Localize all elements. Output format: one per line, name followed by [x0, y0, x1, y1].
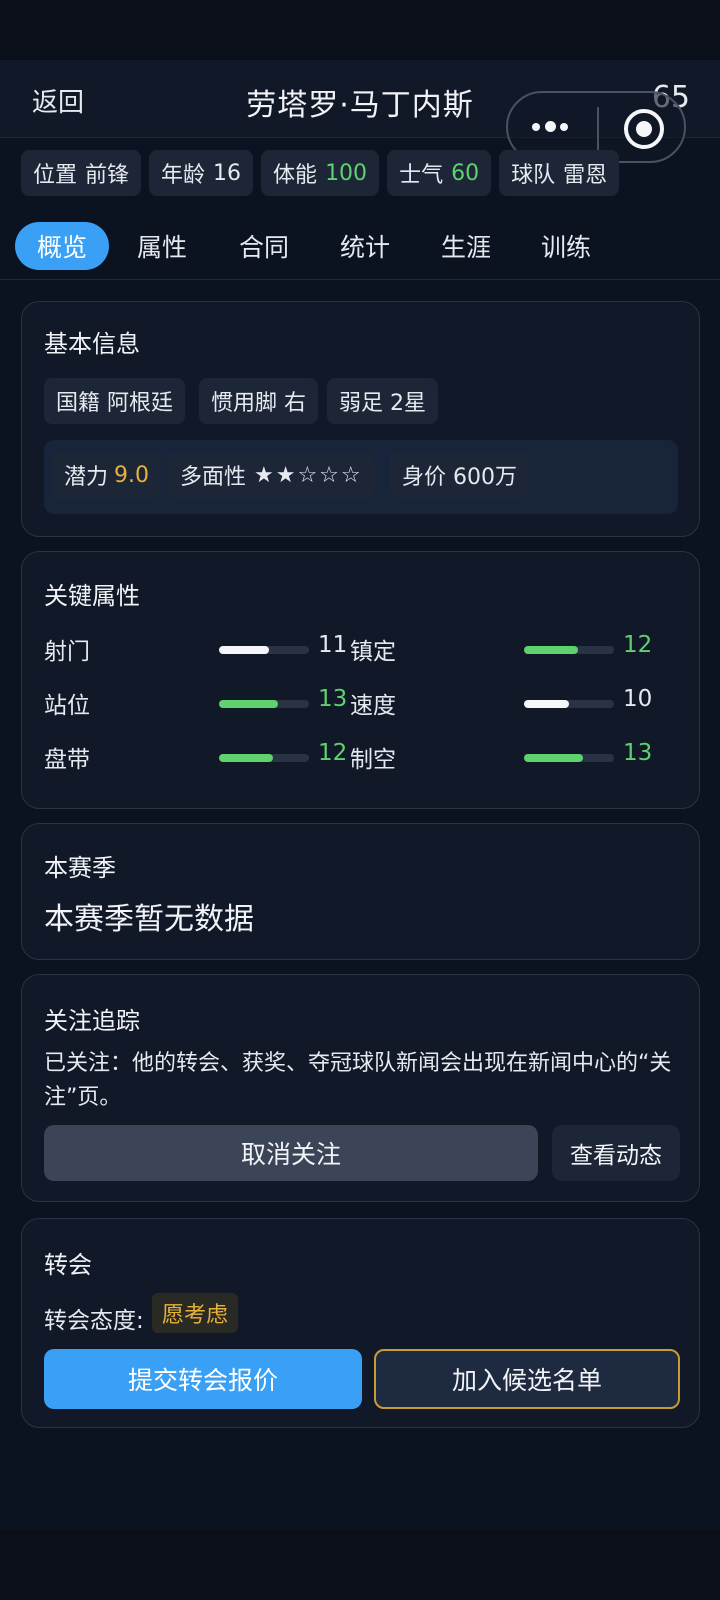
capsule-divider [597, 107, 599, 151]
transfer-card: 转会 转会态度: 愿考虑 提交转会报价 加入候选名单 [21, 1218, 700, 1428]
preferred-foot-tag: 惯用脚 右 [199, 378, 318, 424]
follow-description: 已关注：他的转会、获奖、夺冠球队新闻会出现在新闻中心的“关注”页。 [44, 1051, 672, 1110]
attribute-bar [524, 646, 614, 654]
attribute-name: 射门 [44, 639, 90, 665]
card-title: 基本信息 [44, 330, 140, 358]
team-chip: 球队 雷恩 [499, 150, 620, 196]
tab-contract[interactable]: 合同 [232, 222, 296, 270]
add-to-shortlist-button[interactable]: 加入候选名单 [374, 1349, 680, 1409]
attribute-value: 10 [623, 686, 653, 712]
stamina-chip: 体能 100 [261, 150, 380, 196]
tab-stats[interactable]: 统计 [333, 222, 397, 270]
nationality-tag: 国籍 阿根廷 [44, 378, 185, 424]
card-title: 转会 [44, 1251, 92, 1279]
attribute-name: 盘带 [44, 747, 90, 773]
attribute-bar [219, 646, 309, 654]
tab-bar: 概览 属性 合同 统计 生涯 训练 [0, 222, 720, 280]
attribute-name: 制空 [350, 747, 396, 773]
bottom-safe-area [0, 1530, 720, 1600]
attribute-name: 速度 [350, 693, 396, 719]
attribute-value: 11 [318, 632, 348, 658]
position-chip: 位置 前锋 [21, 150, 142, 196]
card-title: 关注追踪 [44, 1007, 140, 1035]
card-title: 本赛季 [44, 854, 116, 882]
attribute-name: 站位 [44, 693, 90, 719]
submit-offer-button[interactable]: 提交转会报价 [44, 1349, 362, 1409]
follow-card: 关注追踪 已关注：他的转会、获奖、夺冠球队新闻会出现在新闻中心的“关注”页。 取… [21, 974, 700, 1202]
morale-chip: 士气 60 [387, 150, 492, 196]
card-title: 关键属性 [44, 582, 140, 610]
highlight-box: 潜力 9.0 多面性 ★★☆☆☆ 身价 600万 [44, 440, 678, 514]
tab-overview[interactable]: 概览 [15, 222, 109, 270]
status-bar [0, 0, 720, 60]
star-rating: ★★☆☆☆ [254, 462, 363, 488]
attribute-value: 13 [318, 686, 348, 712]
player-summary-chips: 位置 前锋 年龄 16 体能 100 士气 60 球队 雷恩 [21, 150, 620, 198]
transfer-attitude-badge: 愿考虑 [152, 1293, 239, 1333]
more-icon[interactable] [532, 109, 572, 145]
potential-tag: 潜力 9.0 [52, 452, 162, 498]
weak-foot-tag: 弱足 2星 [327, 378, 438, 424]
attribute-bar [219, 754, 309, 762]
age-chip: 年龄 16 [149, 150, 254, 196]
attribute-value: 12 [623, 632, 653, 658]
attribute-name: 镇定 [350, 639, 396, 665]
tab-training[interactable]: 训练 [534, 222, 598, 270]
attribute-bar [524, 700, 614, 708]
basic-info-card: 基本信息 国籍 阿根廷 惯用脚 右 弱足 2星 潜力 9.0 多面性 ★★☆☆☆… [21, 301, 700, 537]
view-updates-button[interactable]: 查看动态 [552, 1125, 680, 1181]
market-value-tag: 身价 600万 [390, 452, 529, 498]
season-card: 本赛季 本赛季暂无数据 [21, 823, 700, 960]
empty-state-text: 本赛季暂无数据 [44, 902, 254, 937]
tab-career[interactable]: 生涯 [434, 222, 498, 270]
attribute-bar [219, 700, 309, 708]
unfollow-button[interactable]: 取消关注 [44, 1125, 538, 1181]
key-attributes-card: 关键属性 射门 11 镇定 12 站位 13 速度 10 盘带 12 制空 13 [21, 551, 700, 809]
tab-attributes[interactable]: 属性 [130, 222, 194, 270]
attribute-bar [524, 754, 614, 762]
close-icon[interactable] [624, 109, 664, 149]
attribute-value: 13 [623, 740, 653, 766]
attribute-value: 12 [318, 740, 348, 766]
versatility-tag: 多面性 ★★☆☆☆ [168, 452, 375, 498]
transfer-attitude-label: 转会态度: [44, 1308, 144, 1334]
